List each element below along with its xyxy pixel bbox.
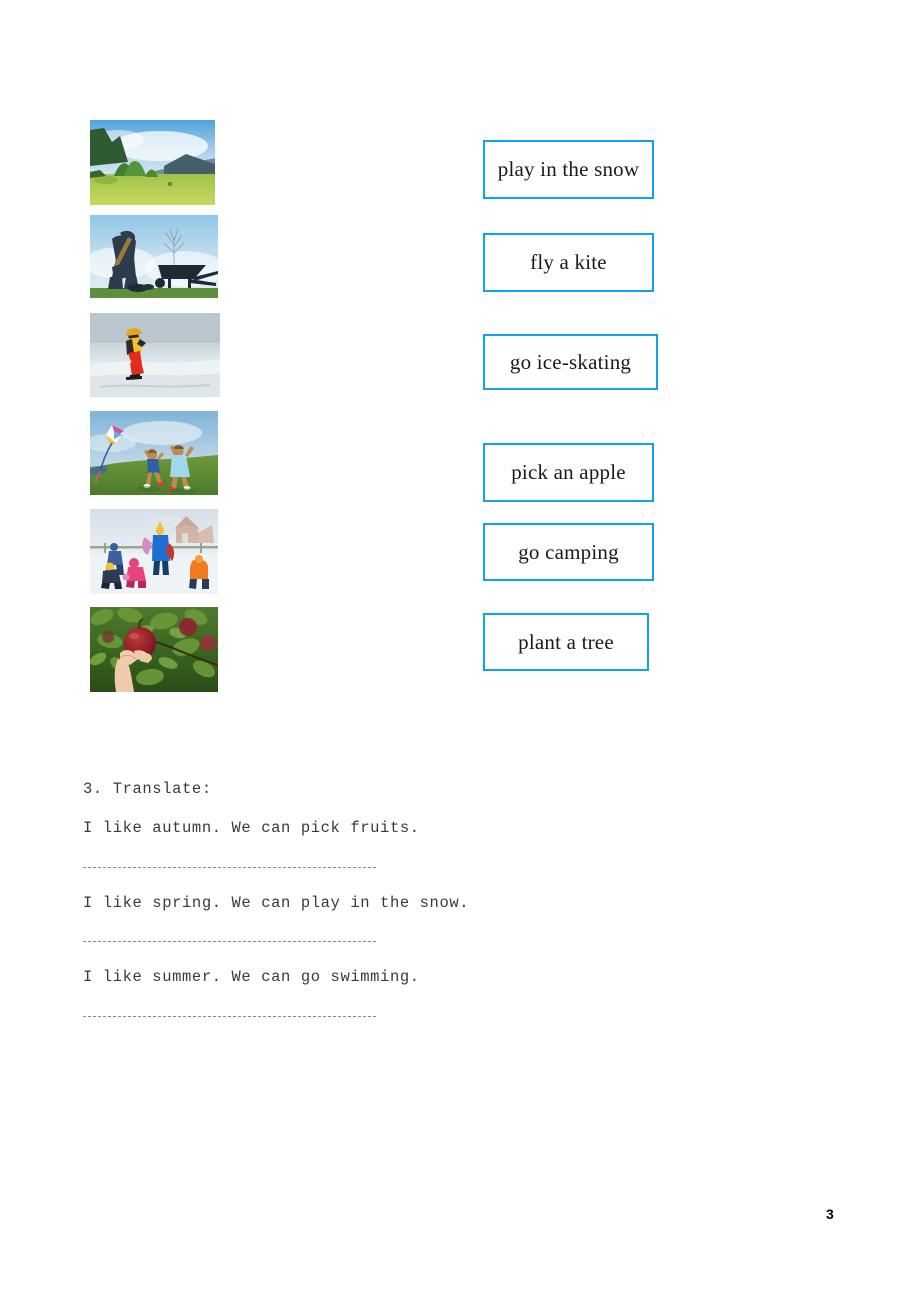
translate-sentence: I like summer. We can go swimming. — [83, 968, 420, 986]
translate-sentence: I like spring. We can play in the snow. — [83, 893, 470, 912]
translate-section: 3. Translate: I like autumn. We can pick… — [83, 780, 503, 1045]
translate-sentence: I like autumn. We can pick fruits. — [83, 819, 420, 837]
camping-tents-meadow-photo — [90, 120, 215, 205]
phrase-box-fly-a-kite[interactable]: fly a kite — [483, 233, 654, 292]
translate-item: I like spring. We can play in the snow. — [83, 893, 503, 942]
planting-tree-wheelbarrow-photo — [90, 215, 218, 298]
photo-play-snow[interactable] — [90, 509, 218, 594]
photo-ice-skating[interactable] — [90, 313, 220, 397]
translate-heading: 3. Translate: — [83, 780, 212, 798]
answer-line[interactable] — [83, 941, 376, 942]
playing-in-snow-children-photo — [90, 509, 218, 594]
photo-pick-apple[interactable] — [90, 607, 218, 692]
picking-apple-hand-photo — [90, 607, 218, 692]
photo-column — [0, 0, 920, 720]
phrase-box-plant-a-tree[interactable]: plant a tree — [483, 613, 649, 671]
phrase-box-go-ice-skating[interactable]: go ice-skating — [483, 334, 658, 390]
photo-fly-kite[interactable] — [90, 411, 218, 495]
phrase-box-pick-an-apple[interactable]: pick an apple — [483, 443, 654, 502]
answer-line[interactable] — [83, 1015, 376, 1017]
translate-item: I like summer. We can go swimming. — [83, 968, 503, 1017]
answer-line[interactable] — [83, 866, 376, 868]
page-number: 3 — [826, 1206, 834, 1222]
photo-camping[interactable] — [90, 120, 215, 205]
matching-exercise: play in the snow fly a kite go ice-skati… — [0, 0, 920, 720]
translate-item: I like autumn. We can pick fruits. — [83, 819, 503, 868]
photo-plant-tree[interactable] — [90, 215, 218, 298]
worksheet-page: play in the snow fly a kite go ice-skati… — [0, 0, 920, 1302]
ice-skating-child-photo — [90, 313, 220, 397]
phrase-box-go-camping[interactable]: go camping — [483, 523, 654, 581]
flying-kite-children-photo — [90, 411, 218, 495]
phrase-box-play-in-the-snow[interactable]: play in the snow — [483, 140, 654, 199]
